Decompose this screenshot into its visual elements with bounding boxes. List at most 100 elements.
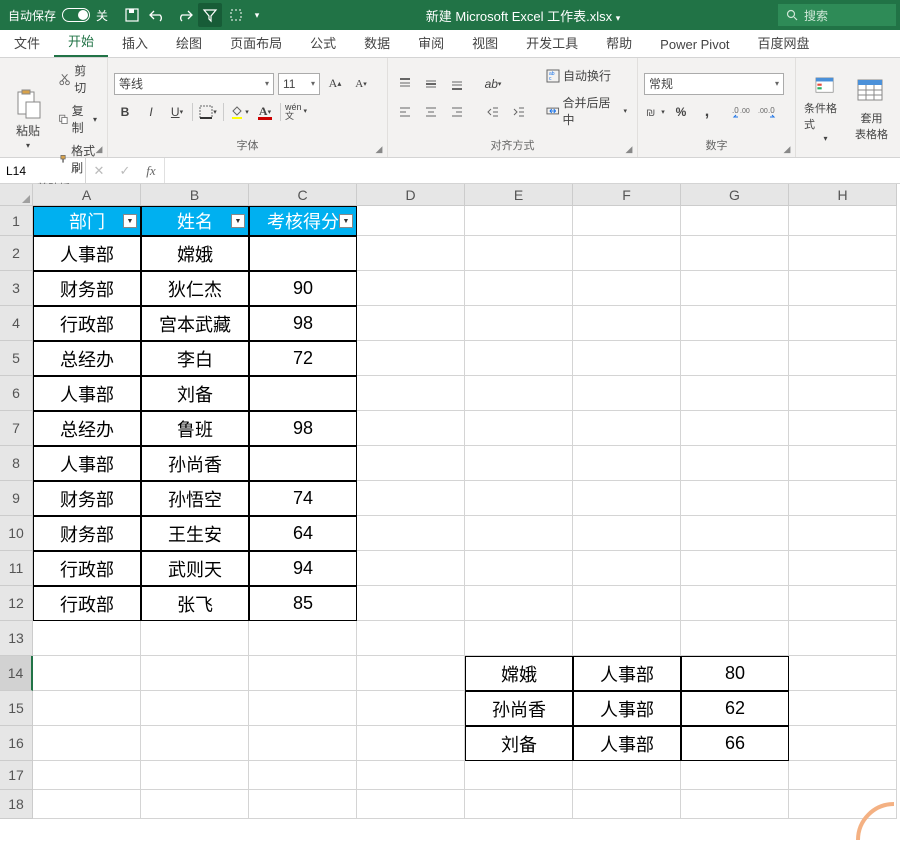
cell[interactable] xyxy=(573,516,681,551)
fill-color-button[interactable]: ▾ xyxy=(228,101,250,123)
cell[interactable] xyxy=(357,656,465,691)
col-header-B[interactable]: B xyxy=(141,184,249,206)
qat-more-button[interactable]: ▾ xyxy=(250,3,264,27)
cell[interactable]: 财务部 xyxy=(33,481,141,516)
cell[interactable] xyxy=(141,790,249,819)
cell[interactable] xyxy=(33,621,141,656)
col-header-D[interactable]: D xyxy=(357,184,465,206)
cell[interactable] xyxy=(789,761,897,790)
tab-file[interactable]: 文件 xyxy=(0,27,54,57)
cell[interactable]: 张飞 xyxy=(141,586,249,621)
row-header[interactable]: 16 xyxy=(0,726,33,761)
cell[interactable] xyxy=(141,656,249,691)
cell[interactable] xyxy=(465,551,573,586)
tab-insert[interactable]: 插入 xyxy=(108,27,162,57)
cell[interactable] xyxy=(681,376,789,411)
cell[interactable]: 62 xyxy=(681,691,789,726)
cell[interactable] xyxy=(33,761,141,790)
cell[interactable] xyxy=(357,761,465,790)
cell[interactable]: 狄仁杰 xyxy=(141,271,249,306)
cell[interactable]: 98 xyxy=(249,306,357,341)
cell[interactable]: 人事部 xyxy=(33,446,141,481)
cell[interactable] xyxy=(465,621,573,656)
wrap-text-button[interactable]: abc自动换行 xyxy=(542,65,631,86)
paste-button[interactable]: 粘贴 ▾ xyxy=(6,81,50,157)
cell[interactable]: 姓名▼ xyxy=(141,206,249,236)
cell[interactable] xyxy=(249,790,357,819)
cell[interactable] xyxy=(789,516,897,551)
select-all-corner[interactable] xyxy=(0,184,33,206)
cell[interactable] xyxy=(33,726,141,761)
cell[interactable]: 鲁班 xyxy=(141,411,249,446)
cell[interactable] xyxy=(789,481,897,516)
row-header[interactable]: 6 xyxy=(0,376,33,411)
cell[interactable] xyxy=(357,726,465,761)
conditional-format-button[interactable]: 条件格式▾ xyxy=(802,71,849,147)
cell[interactable] xyxy=(573,236,681,271)
col-header-G[interactable]: G xyxy=(681,184,789,206)
cell[interactable] xyxy=(357,790,465,819)
row-header[interactable]: 1 xyxy=(0,206,33,236)
cell[interactable] xyxy=(249,656,357,691)
cell[interactable] xyxy=(789,236,897,271)
cell[interactable] xyxy=(141,691,249,726)
align-right-button[interactable] xyxy=(446,101,468,123)
cell[interactable] xyxy=(357,411,465,446)
tab-review[interactable]: 审阅 xyxy=(404,27,458,57)
cell[interactable] xyxy=(465,586,573,621)
row-header[interactable]: 17 xyxy=(0,761,33,790)
number-format-select[interactable]: 常规▾ xyxy=(644,73,784,95)
cut-button[interactable]: 剪切 xyxy=(54,60,101,98)
font-size-select[interactable]: 11▾ xyxy=(278,73,320,95)
cell[interactable] xyxy=(573,551,681,586)
comma-button[interactable]: , xyxy=(696,101,718,123)
decrease-font-button[interactable]: A▾ xyxy=(350,73,372,95)
merge-center-button[interactable]: 合并后居中▾ xyxy=(542,92,631,130)
cell[interactable]: 刘备 xyxy=(141,376,249,411)
row-header[interactable]: 5 xyxy=(0,341,33,376)
copy-button[interactable]: 复制▾ xyxy=(54,100,101,138)
cell[interactable] xyxy=(357,586,465,621)
align-middle-button[interactable] xyxy=(420,73,442,95)
undo-button[interactable] xyxy=(146,3,170,27)
row-header[interactable]: 18 xyxy=(0,790,33,819)
cell[interactable] xyxy=(789,726,897,761)
cell[interactable] xyxy=(573,206,681,236)
accounting-format-button[interactable]: ₪▾ xyxy=(644,101,666,123)
border-button[interactable]: ▾ xyxy=(197,101,219,123)
cell[interactable]: 总经办 xyxy=(33,341,141,376)
cell[interactable] xyxy=(681,271,789,306)
tab-draw[interactable]: 绘图 xyxy=(162,27,216,57)
row-header[interactable]: 4 xyxy=(0,306,33,341)
cell[interactable] xyxy=(573,306,681,341)
cell[interactable] xyxy=(465,446,573,481)
col-header-C[interactable]: C xyxy=(249,184,357,206)
cell[interactable] xyxy=(465,790,573,819)
cell[interactable] xyxy=(249,726,357,761)
cell[interactable] xyxy=(681,761,789,790)
align-center-button[interactable] xyxy=(420,101,442,123)
cell[interactable] xyxy=(789,586,897,621)
cell[interactable] xyxy=(573,586,681,621)
cell[interactable] xyxy=(357,621,465,656)
underline-button[interactable]: U▾ xyxy=(166,101,188,123)
cell[interactable] xyxy=(681,306,789,341)
cell[interactable]: 王生安 xyxy=(141,516,249,551)
cell[interactable] xyxy=(465,411,573,446)
cell[interactable] xyxy=(789,446,897,481)
row-header[interactable]: 2 xyxy=(0,236,33,271)
cell[interactable] xyxy=(681,411,789,446)
cell[interactable] xyxy=(141,621,249,656)
filter-dropdown-icon[interactable]: ▼ xyxy=(123,214,137,228)
cell[interactable]: 总经办 xyxy=(33,411,141,446)
cell[interactable]: 部门▼ xyxy=(33,206,141,236)
cell[interactable] xyxy=(357,376,465,411)
col-header-F[interactable]: F xyxy=(573,184,681,206)
cell[interactable]: 李白 xyxy=(141,341,249,376)
cell[interactable] xyxy=(681,621,789,656)
cell[interactable] xyxy=(681,446,789,481)
increase-font-button[interactable]: A▴ xyxy=(324,73,346,95)
cell[interactable]: 嫦娥 xyxy=(465,656,573,691)
row-header[interactable]: 13 xyxy=(0,621,33,656)
cell[interactable] xyxy=(141,761,249,790)
